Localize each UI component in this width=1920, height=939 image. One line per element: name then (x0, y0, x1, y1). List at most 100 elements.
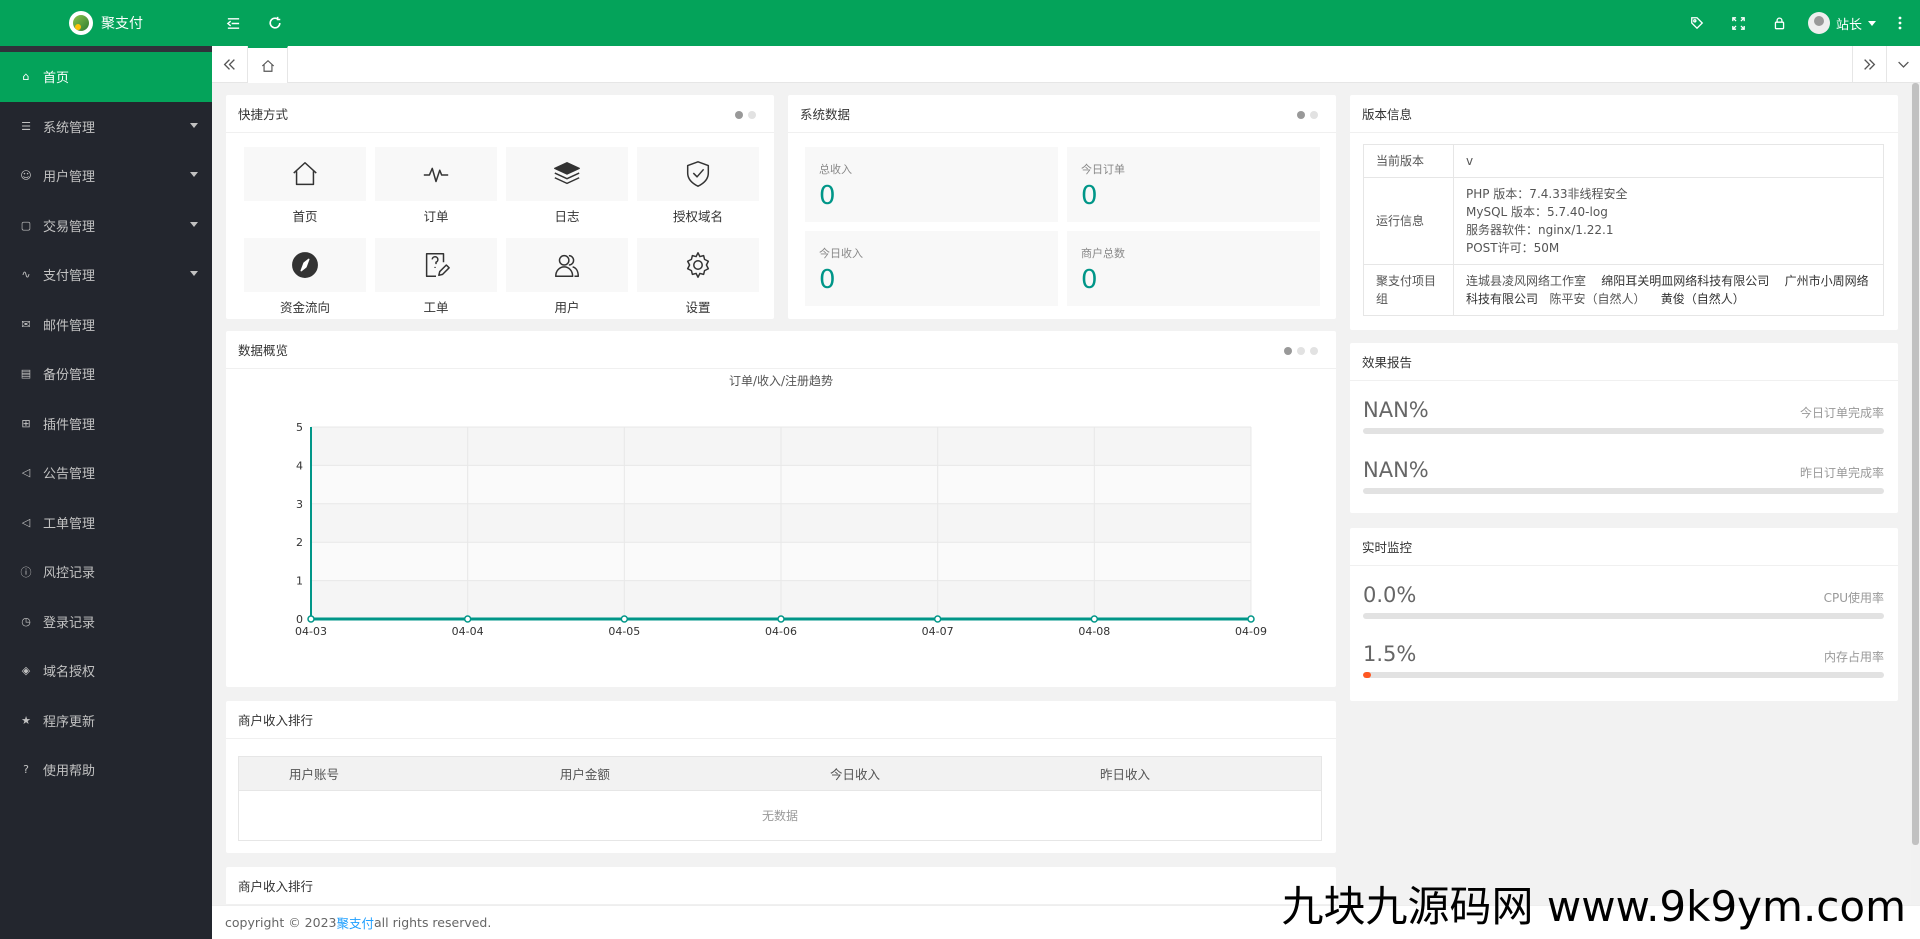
tabs-menu-button[interactable] (1886, 46, 1920, 83)
carousel-dot[interactable] (1284, 347, 1292, 355)
card-title: 效果报告 (1362, 355, 1413, 370)
sidebar-item[interactable]: ⊞ 插件管理 (0, 399, 212, 449)
watermark: 九块九源码网 www.9k9ym.com (1281, 882, 1906, 931)
gear-icon (686, 252, 710, 278)
stat-tile: 商户总数 0 (1067, 231, 1320, 306)
sidebar-item[interactable]: ⌂ 首页 (0, 52, 212, 102)
sidebar-item[interactable]: ◁ 工单管理 (0, 498, 212, 548)
user-menu[interactable]: 站长 (1800, 0, 1886, 46)
empty-text: 无数据 (238, 790, 1322, 841)
quick-item-box (244, 147, 366, 201)
carousel-dot[interactable] (1310, 111, 1318, 119)
carousel-dot[interactable] (1310, 347, 1318, 355)
fullscreen-button[interactable] (1718, 0, 1759, 46)
runtime-line: 服务器软件：nginx/1.22.1 (1466, 223, 1614, 237)
sidebar-item-label: 备份管理 (43, 368, 96, 384)
carousel-dot[interactable] (748, 111, 756, 119)
quick-item-label: 订单 (423, 209, 449, 224)
card-title: 实时监控 (1362, 540, 1413, 555)
home-icon (293, 162, 317, 186)
more-button[interactable] (1886, 0, 1914, 46)
card-title: 数据概览 (238, 343, 289, 358)
sidebar-item-label: 首页 (43, 71, 70, 87)
sidebar-item[interactable]: ◈ 域名授权 (0, 646, 212, 696)
carousel-dot[interactable] (1297, 347, 1305, 355)
lock-icon (1774, 17, 1785, 30)
scrollbar-thumb[interactable] (1912, 83, 1919, 845)
lock-screen-button[interactable] (1759, 0, 1800, 46)
column-header: 用户金额 (509, 756, 780, 791)
carousel-dot[interactable] (1297, 111, 1305, 119)
scrollbar[interactable] (1911, 83, 1920, 905)
team-value: 连城县凌风网络工作室 绵阳耳关明皿网络科技有限公司 广州市小周网络科技有限公司 … (1453, 264, 1884, 316)
current-version-label: 当前版本 (1363, 144, 1454, 178)
runtime-line: PHP 版本：7.4.33非线程安全 (1466, 187, 1628, 201)
quick-access-card: 快捷方式 首页 订单 日志 授权域名 资金流向 工单 用户 设置 (226, 95, 774, 319)
progress-row: 0.0% CPU使用率 (1363, 583, 1884, 619)
stat-value: 0 (819, 181, 836, 211)
tabs-scroll-left-button[interactable] (212, 46, 248, 83)
sidebar-item[interactable]: ∿ 支付管理 (0, 250, 212, 300)
tab-home[interactable] (248, 46, 288, 83)
data-point (933, 615, 942, 623)
progress-label: 今日订单完成率 (1799, 406, 1884, 420)
sidebar-item[interactable]: ✉ 邮件管理 (0, 300, 212, 350)
users-icon (555, 254, 579, 277)
sidebar-item-icon: ∿ (21, 268, 31, 282)
x-tick-label: 04-09 (1235, 625, 1267, 638)
sidebar-item[interactable]: ◷ 登录记录 (0, 597, 212, 647)
sidebar-toggle-button[interactable] (212, 0, 254, 46)
x-tick-label: 04-05 (608, 625, 640, 638)
tabs-scroll-right-button[interactable] (1852, 46, 1886, 83)
carousel-dots (1284, 347, 1318, 355)
carousel-dot[interactable] (735, 111, 743, 119)
y-tick-label: 1 (296, 575, 303, 588)
quick-item-box (244, 238, 366, 292)
sidebar-item[interactable]: ◁ 公告管理 (0, 448, 212, 498)
y-tick-label: 5 (296, 421, 303, 434)
quick-item-box (375, 147, 497, 201)
progress-bar (1363, 672, 1884, 678)
sidebar-item-icon: ⌂ (22, 70, 30, 84)
compass-icon (292, 252, 318, 278)
sidebar-item[interactable]: ? 使用帮助 (0, 745, 212, 795)
sidebar-item[interactable]: ▤ 备份管理 (0, 349, 212, 399)
sidebar-item-icon: ☰ (21, 119, 31, 133)
quick-item[interactable]: 授权域名 (637, 147, 759, 225)
quick-item[interactable]: 首页 (244, 147, 366, 225)
quick-item[interactable]: 工单 (375, 238, 497, 316)
quick-item-label: 授权域名 (672, 209, 723, 224)
y-tick-label: 3 (296, 498, 303, 511)
quick-item[interactable]: 资金流向 (244, 238, 366, 316)
sidebar-item[interactable]: ☰ 系统管理 (0, 102, 212, 152)
progress-label: 昨日订单完成率 (1799, 466, 1884, 480)
refresh-button[interactable] (254, 0, 296, 46)
quick-item[interactable]: 设置 (637, 238, 759, 316)
sidebar-item-label: 插件管理 (43, 417, 96, 433)
y-tick-label: 4 (296, 459, 303, 472)
menu-fold-icon (226, 17, 239, 29)
double-chevron-left-icon (223, 59, 235, 70)
theme-button[interactable] (1677, 0, 1718, 46)
sidebar-item-label: 公告管理 (43, 467, 96, 483)
sidebar-item[interactable]: ★ 程序更新 (0, 696, 212, 746)
runtime-line: MySQL 版本：5.7.40-log (1466, 205, 1608, 219)
chevron-down-icon (1898, 61, 1909, 68)
logo[interactable]: 聚支付 (0, 0, 212, 46)
sidebar-item[interactable]: ▢ 交易管理 (0, 201, 212, 251)
sidebar-item[interactable]: ⓘ 风控记录 (0, 547, 212, 597)
progress-row: 1.5% 内存占用率 (1363, 642, 1884, 678)
version-card: 版本信息 当前版本 v 运行信息 PHP 版本：7.4.33非线程安全 MySQ… (1350, 95, 1898, 330)
data-overview-card: 数据概览 订单/收入/注册趋势 0 1 2 3 4 5 04-03 04-04 04-05 04-0… (226, 331, 1336, 687)
progress-fill (1363, 672, 1371, 678)
progress-label: CPU使用率 (1823, 591, 1884, 605)
sidebar-item[interactable]: ☺ 用户管理 (0, 151, 212, 201)
quick-item[interactable]: 订单 (375, 147, 497, 225)
sidebar-item-icon: ◈ (21, 664, 31, 678)
footer-link[interactable]: 聚支付 (336, 913, 374, 932)
progress-row: NAN% 今日订单完成率 (1363, 398, 1884, 434)
quick-item[interactable]: 日志 (506, 147, 628, 225)
x-tick-label: 04-03 (295, 625, 327, 638)
quick-item[interactable]: 用户 (506, 238, 628, 316)
column-header: 昨日收入 (1050, 756, 1323, 791)
